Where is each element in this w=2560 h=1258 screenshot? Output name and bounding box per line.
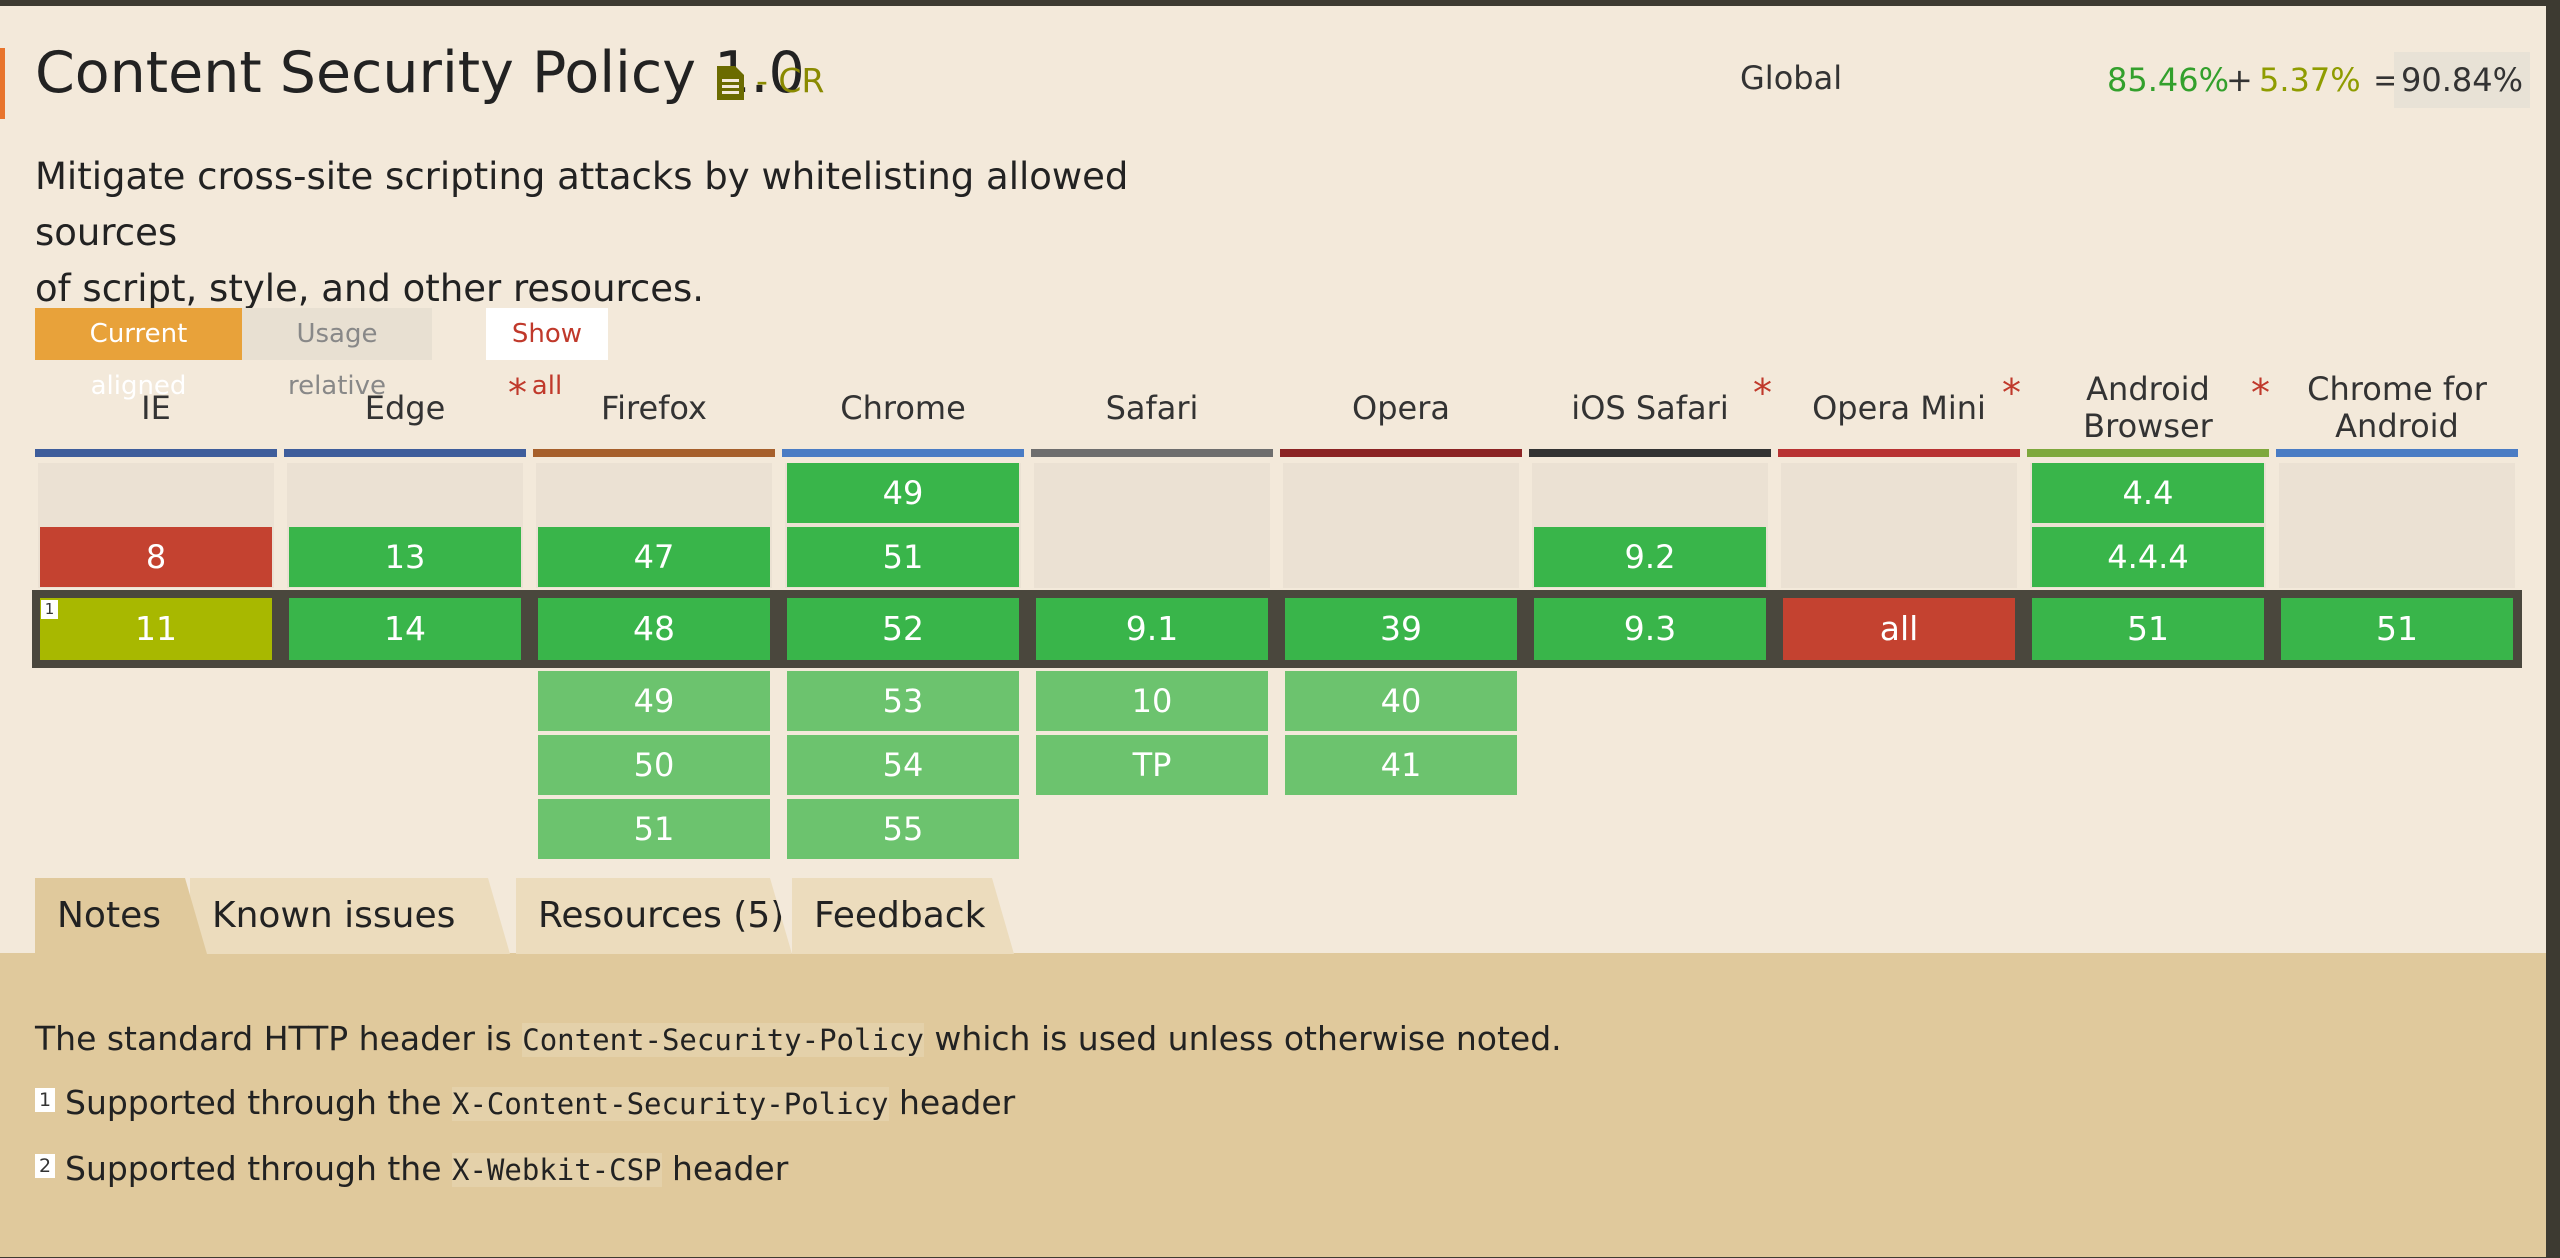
description-line: Mitigate cross-site scripting attacks by… [35, 155, 1129, 254]
browser-note-asterisk: * [2002, 371, 2021, 415]
browser-bar-chrome-android [2276, 449, 2518, 457]
note-text: header [888, 1083, 1016, 1122]
usage-region[interactable]: Global [1740, 59, 1842, 97]
version-cell-safari-10[interactable]: 10 [1036, 671, 1268, 731]
version-cell-chrome-52[interactable]: 52 [787, 598, 1019, 660]
version-cell-ios-safari-9-2[interactable]: 9.2 [1534, 527, 1766, 587]
browser-header-ie[interactable]: IE [35, 364, 277, 452]
note-marker: 1 [35, 1088, 55, 1112]
browser-note-asterisk: * [1753, 371, 1772, 415]
note-code: X-Content-Security-Policy [452, 1087, 889, 1121]
usage-supported: 85.46% [2107, 61, 2230, 99]
version-cell-opera-41[interactable]: 41 [1285, 735, 1517, 795]
note-text: Supported through the [65, 1149, 452, 1188]
browser-name-line: Android [2335, 407, 2459, 445]
browser-note-asterisk: * [508, 371, 527, 415]
browser-header-chrome[interactable]: Chrome [782, 364, 1024, 452]
usage-partial: 5.37% [2259, 61, 2361, 99]
version-cell-ios-safari-9-3[interactable]: 9.3 [1534, 598, 1766, 660]
browser-bar-opera-mini [1778, 449, 2020, 457]
version-cell-opera-39[interactable]: 39 [1285, 598, 1517, 660]
usage-plus: + [2226, 61, 2253, 99]
tab-notes[interactable]: Notes [35, 878, 207, 954]
browser-header-firefox[interactable]: Firefox [533, 364, 775, 452]
version-cell-firefox-49[interactable]: 49 [538, 671, 770, 731]
version-cell-chrome-54[interactable]: 54 [787, 735, 1019, 795]
version-cell-chrome-53[interactable]: 53 [787, 671, 1019, 731]
note-code: X-Webkit-CSP [452, 1153, 662, 1187]
spec-status[interactable]: - CR [756, 61, 824, 100]
version-cell-android-51[interactable]: 51 [2032, 598, 2264, 660]
browser-header-chrome-android[interactable]: Chrome for Android [2276, 364, 2518, 452]
note-text: Supported through the [65, 1083, 452, 1122]
browser-header-opera-mini[interactable]: Opera Mini [1778, 364, 2020, 452]
tab-known-issues[interactable]: Known issues (3) [190, 878, 510, 954]
version-cell-ie-11[interactable]: 11 [40, 598, 272, 660]
version-cell-chrome-55[interactable]: 55 [787, 799, 1019, 859]
version-cell-firefox-51[interactable]: 51 [538, 799, 770, 859]
note-1: 1 Supported through the X-Content-Securit… [35, 1083, 1015, 1122]
past-column-bg [1283, 463, 1519, 588]
past-column-bg [2279, 463, 2515, 588]
browser-header-ios-safari[interactable]: iOS Safari [1529, 364, 1771, 452]
note-text: which is used unless otherwise noted. [923, 1019, 1562, 1058]
browser-header-android-browser[interactable]: Android Browser [2027, 364, 2269, 452]
version-cell-opera-40[interactable]: 40 [1285, 671, 1517, 731]
version-cell-safari-9-1[interactable]: 9.1 [1036, 598, 1268, 660]
note-text: header [661, 1149, 789, 1188]
section-accent [0, 48, 5, 119]
browser-bar-android-browser [2027, 449, 2269, 457]
version-cell-opera-mini-all[interactable]: all [1783, 598, 2015, 660]
browser-bar-chrome [782, 449, 1024, 457]
note-marker: 1 [41, 600, 58, 619]
browser-header-edge[interactable]: Edge [284, 364, 526, 452]
usage-relative-button[interactable]: Usage relative [242, 308, 432, 401]
version-cell-firefox-48[interactable]: 48 [538, 598, 770, 660]
feature-title: Content Security Policy 1.0 [35, 40, 805, 106]
version-cell-firefox-47[interactable]: 47 [538, 527, 770, 587]
note-marker: 2 [35, 1154, 55, 1178]
note-text: The standard HTTP header is [35, 1019, 523, 1058]
page-frame: Content Security Policy 1.0 - CR Global … [0, 6, 2546, 1257]
feature-description: Mitigate cross-site scripting attacks by… [35, 149, 1235, 317]
browser-header-safari[interactable]: Safari [1031, 364, 1273, 452]
note-2: 2 Supported through the X-Webkit-CSP head… [35, 1149, 788, 1188]
version-cell-edge-14[interactable]: 14 [289, 598, 521, 660]
show-all-button[interactable]: Show all [486, 308, 608, 401]
version-cell-chrome-android-51[interactable]: 51 [2281, 598, 2513, 660]
browser-bar-ios-safari [1529, 449, 1771, 457]
browser-bar-firefox [533, 449, 775, 457]
usage-total: 90.84% [2394, 52, 2530, 108]
version-cell-ie-8[interactable]: 8 [40, 527, 272, 587]
browser-name-line: Browser [2083, 407, 2213, 445]
past-column-bg [1781, 463, 2017, 588]
browser-bar-edge [284, 449, 526, 457]
spec-document-icon[interactable] [717, 66, 744, 100]
browser-bar-opera [1280, 449, 1522, 457]
note-code: Content-Security-Policy [522, 1023, 924, 1057]
browser-header-opera[interactable]: Opera [1280, 364, 1522, 452]
version-cell-safari-tp[interactable]: TP [1036, 735, 1268, 795]
note-general: The standard HTTP header is Content-Secu… [35, 1019, 1562, 1058]
version-cell-chrome-49[interactable]: 49 [787, 463, 1019, 523]
version-cell-chrome-51[interactable]: 51 [787, 527, 1019, 587]
tab-resources[interactable]: Resources (5) [516, 878, 792, 954]
browser-bar-safari [1031, 449, 1273, 457]
browser-name-line: Android [2086, 370, 2210, 408]
browser-bar-ie [35, 449, 277, 457]
version-cell-firefox-50[interactable]: 50 [538, 735, 770, 795]
version-cell-android-4-4-4[interactable]: 4.4.4 [2032, 527, 2264, 587]
tab-feedback[interactable]: Feedback [792, 878, 1014, 954]
browser-note-asterisk: * [2251, 371, 2270, 415]
version-cell-android-4-4[interactable]: 4.4 [2032, 463, 2264, 523]
version-cell-edge-13[interactable]: 13 [289, 527, 521, 587]
current-aligned-button[interactable]: Current aligned [35, 308, 242, 401]
past-column-bg [1034, 463, 1270, 588]
browser-name-line: Chrome for [2307, 370, 2487, 408]
